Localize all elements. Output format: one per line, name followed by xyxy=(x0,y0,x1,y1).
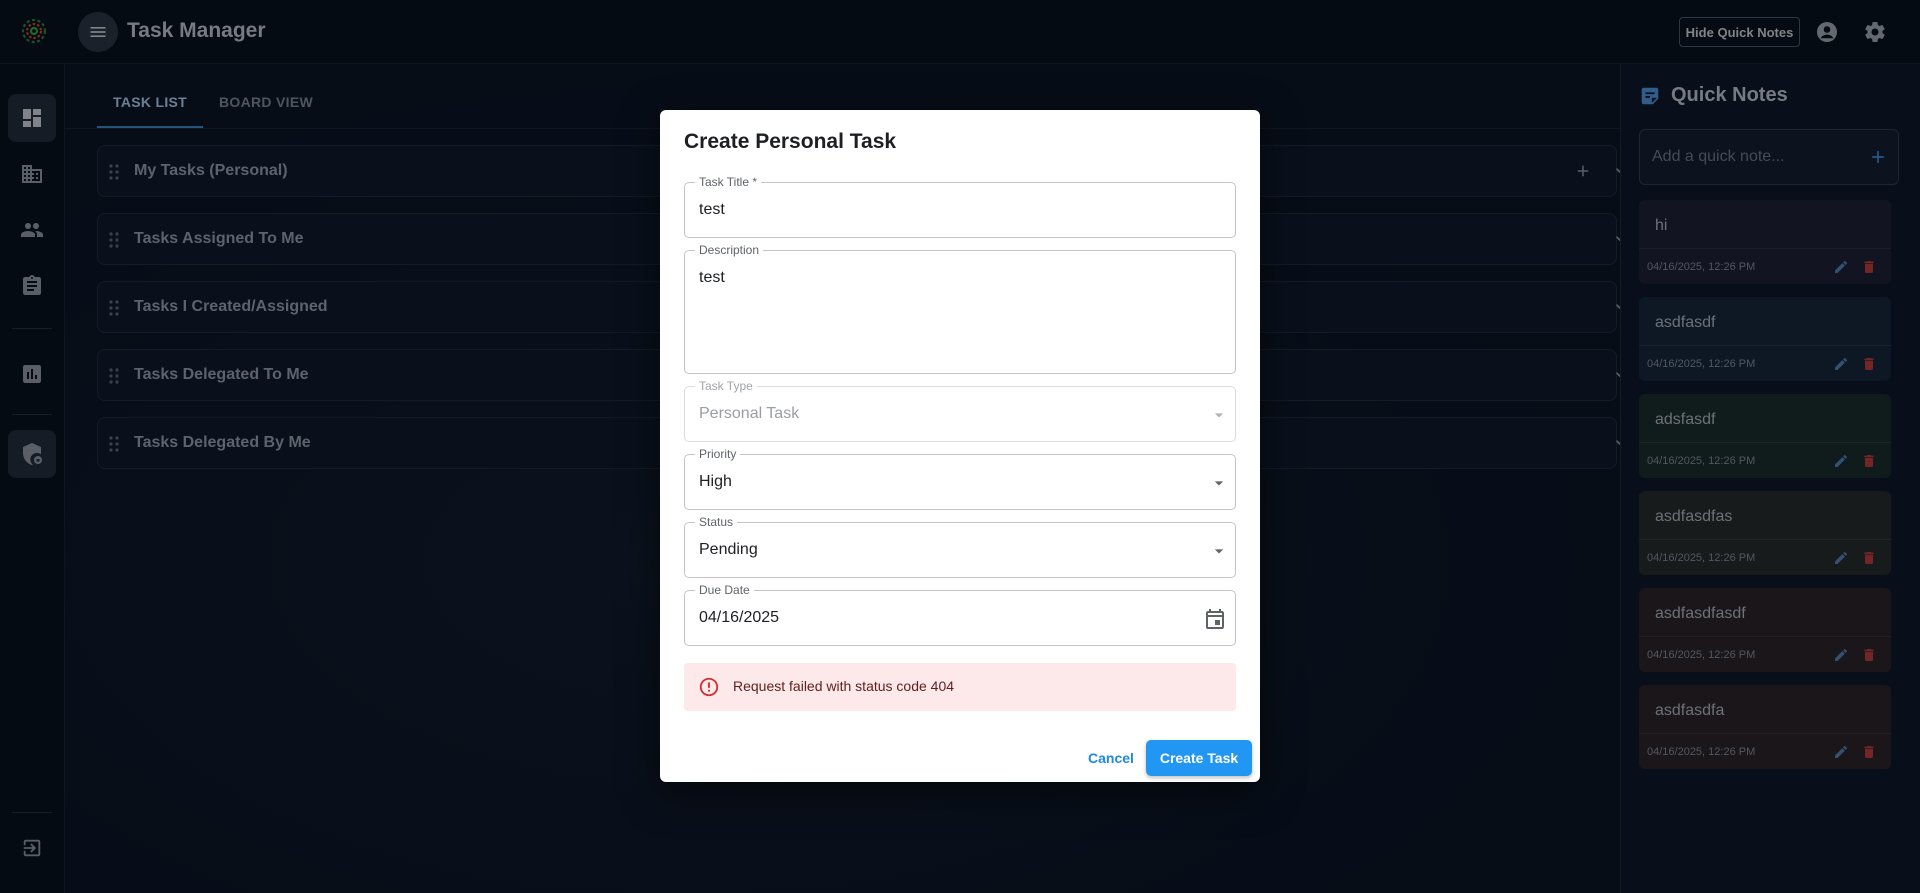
create-task-button[interactable]: Create Task xyxy=(1146,740,1252,776)
cancel-button[interactable]: Cancel xyxy=(1078,740,1144,776)
task-title-field[interactable]: Task Title * test xyxy=(684,175,1236,238)
status-value: Pending xyxy=(699,541,758,558)
due-date-field[interactable]: Due Date 04/16/2025 xyxy=(684,583,1236,646)
priority-select[interactable]: Priority High xyxy=(684,447,1236,510)
caret-down-icon xyxy=(1214,413,1224,418)
field-label: Due Date xyxy=(695,583,754,597)
field-label: Status xyxy=(695,515,738,529)
due-date-input[interactable]: 04/16/2025 xyxy=(699,609,779,627)
dialog-title: Create Personal Task xyxy=(684,130,897,153)
field-label: Priority xyxy=(695,447,741,461)
calendar-icon[interactable] xyxy=(1203,607,1227,631)
field-label: Task Type xyxy=(695,379,757,393)
description-field[interactable]: Description test xyxy=(684,243,1236,374)
task-type-select: Task Type Personal Task xyxy=(684,379,1236,442)
field-label: Description xyxy=(695,243,764,257)
field-label: Task Title * xyxy=(695,175,762,189)
status-select[interactable]: Status Pending xyxy=(684,515,1236,578)
caret-down-icon xyxy=(1214,481,1224,486)
task-title-input[interactable]: test xyxy=(699,201,725,219)
error-message: Request failed with status code 404 xyxy=(733,678,955,694)
task-type-value: Personal Task xyxy=(699,405,800,422)
priority-value: High xyxy=(699,473,732,490)
description-textarea[interactable]: test xyxy=(699,269,725,287)
error-alert: Request failed with status code 404 xyxy=(684,663,1236,711)
caret-down-icon xyxy=(1214,549,1224,554)
error-icon xyxy=(699,677,719,697)
create-task-dialog: Create Personal Task Task Title * test D… xyxy=(660,110,1260,782)
